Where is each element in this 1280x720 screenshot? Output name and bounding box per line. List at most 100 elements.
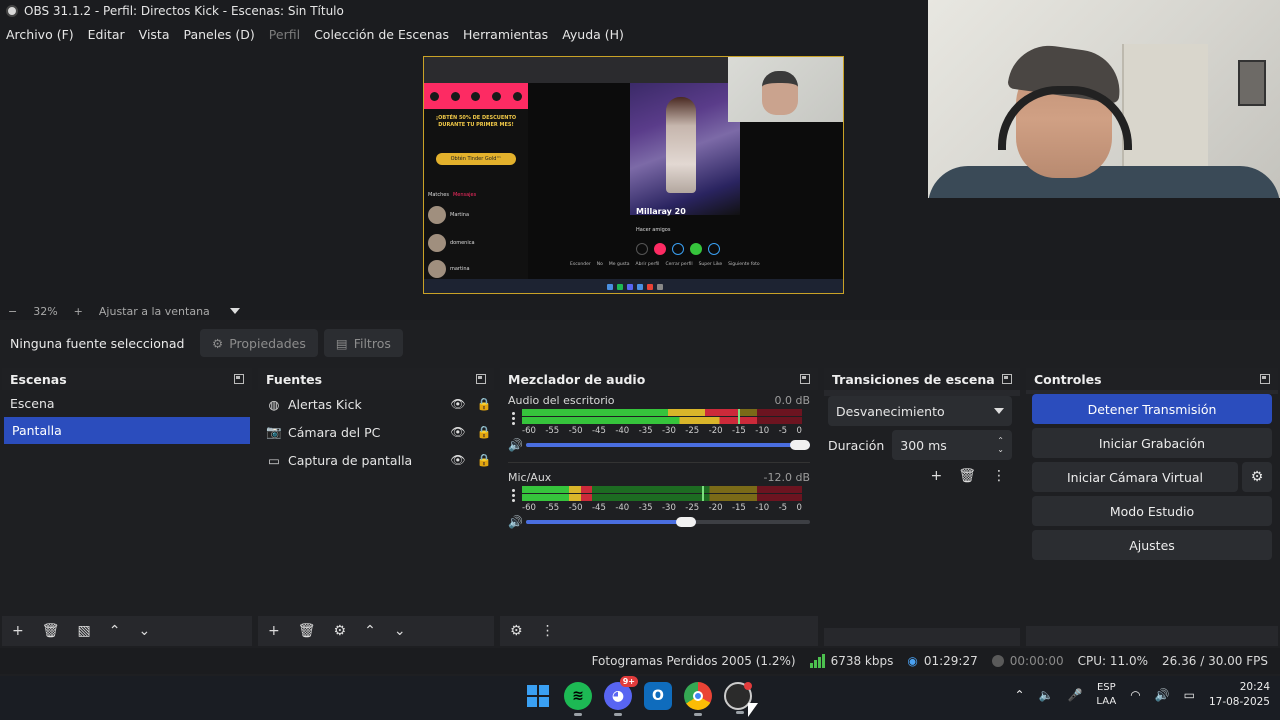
gear-icon[interactable]: ⚙ — [1242, 462, 1272, 492]
scene-item-escena[interactable]: Escena — [2, 390, 252, 417]
source-properties-icon[interactable]: ⚙ — [334, 623, 347, 639]
volume-meter — [522, 409, 802, 427]
microphone-icon[interactable]: 🎤 — [1067, 688, 1082, 702]
dropped-frames: Fotogramas Perdidos 2005 (1.2%) — [591, 654, 796, 668]
eye-icon[interactable]: 👁 — [448, 397, 468, 411]
preview-profile-sub: Hacer amigos — [636, 227, 671, 233]
menu-paneles[interactable]: Paneles (D) — [184, 27, 255, 42]
start-recording-button[interactable]: Iniciar Grabación — [1032, 428, 1272, 458]
menu-archivo[interactable]: Archivo (F) — [6, 27, 74, 42]
stop-stream-button[interactable]: Detener Transmisión — [1032, 394, 1272, 424]
scene-item-pantalla[interactable]: Pantalla — [4, 417, 250, 444]
record-icon — [991, 655, 1004, 667]
volume-icon[interactable]: 🔊 — [1155, 688, 1170, 702]
chevron-up-icon[interactable]: ⌃ — [997, 436, 1004, 445]
sources-dock-header: Fuentes — [258, 368, 494, 390]
channel-menu-icon[interactable] — [508, 488, 518, 502]
advanced-audio-icon[interactable]: ⚙ — [510, 623, 523, 639]
discord-icon[interactable]: ◕ 9+ — [604, 676, 638, 716]
preview-canvas[interactable]: ¡OBTÉN 50% DE DESCUENTO DURANTE TU PRIME… — [423, 56, 844, 294]
meter-scale: -60 -55 -50 -45 -40 -35 -30 -25 -20 -15 -10 -5 0 — [522, 503, 802, 513]
menu-editar[interactable]: Editar — [88, 27, 125, 42]
camera-icon: 📷 — [266, 424, 282, 439]
zoom-out-button[interactable]: − — [8, 305, 17, 318]
channel-name: Audio del escritorio — [508, 394, 615, 407]
windows-taskbar: ≋ ◕ 9+ O ⌃ 🔈 🎤 ESP LAA ◠ 🔊 ▭ 20:24 17-08-… — [0, 676, 1280, 720]
wifi-icon[interactable]: ◠ — [1130, 688, 1140, 702]
preview-tinder-sidebar: ¡OBTÉN 50% DE DESCUENTO DURANTE TU PRIME… — [424, 83, 528, 279]
eye-icon[interactable]: 👁 — [448, 425, 468, 439]
lock-icon[interactable]: 🔒 — [474, 397, 494, 411]
volume-slider[interactable] — [526, 515, 810, 529]
source-item-captura-pantalla[interactable]: ▭ Captura de pantalla 👁 🔒 — [258, 446, 494, 474]
chevron-down-icon[interactable] — [229, 308, 240, 314]
chrome-icon[interactable] — [684, 682, 712, 716]
volume-slider[interactable] — [526, 438, 810, 452]
menu-vista[interactable]: Vista — [139, 27, 170, 42]
battery-icon[interactable]: ▭ — [1184, 688, 1195, 702]
lock-icon[interactable]: 🔒 — [474, 425, 494, 439]
remove-source-icon[interactable]: 🗑 — [298, 623, 316, 639]
duration-stepper[interactable]: 300 ms ⌃ ⌄ — [892, 430, 1012, 460]
add-scene-icon[interactable]: + — [12, 623, 24, 639]
chevron-up-icon[interactable]: ⌃ — [1014, 688, 1024, 702]
undock-icon[interactable] — [234, 374, 244, 384]
add-source-icon[interactable]: + — [268, 623, 280, 639]
clock[interactable]: 20:24 17-08-2025 — [1209, 680, 1270, 710]
source-item-alertas-kick[interactable]: ◍ Alertas Kick 👁 🔒 — [258, 390, 494, 418]
move-down-icon[interactable]: ⌄ — [394, 623, 406, 639]
outlook-icon[interactable]: O — [644, 682, 672, 710]
filters-button[interactable]: ▤ Filtros — [323, 329, 403, 357]
menu-herramientas[interactable]: Herramientas — [463, 27, 548, 42]
browser-icon: ◍ — [268, 396, 280, 412]
undock-icon[interactable] — [1002, 374, 1012, 384]
transition-select[interactable]: Desvanecimiento — [828, 396, 1012, 426]
zoom-fit-label[interactable]: Ajustar a la ventana — [99, 305, 210, 318]
remove-scene-icon[interactable]: 🗑 — [42, 623, 60, 639]
move-up-icon[interactable]: ⌃ — [364, 623, 376, 639]
move-up-icon[interactable]: ⌃ — [109, 623, 121, 639]
windows-start-icon[interactable] — [524, 682, 552, 710]
remove-transition-icon[interactable]: 🗑 — [958, 468, 976, 484]
undock-icon[interactable] — [1260, 374, 1270, 384]
scenes-dock: Escenas Escena Pantalla + 🗑 ▧ ⌃ ⌄ — [2, 368, 252, 646]
menu-ayuda[interactable]: Ayuda (H) — [562, 27, 624, 42]
scenes-list: Escena Pantalla — [2, 390, 252, 622]
speaker-icon[interactable]: 🔊 — [508, 438, 523, 452]
preview-browser-bar — [424, 57, 728, 83]
zoom-bar: − 32% + Ajustar a la ventana — [0, 302, 1280, 320]
meter-fill-bottom — [522, 417, 758, 424]
properties-button[interactable]: ⚙ Propiedades — [200, 329, 318, 357]
speaker-icon[interactable]: 🔊 — [508, 515, 523, 529]
source-context-bar: Ninguna fuente seleccionad ⚙ Propiedades… — [0, 324, 1280, 362]
lock-icon[interactable]: 🔒 — [474, 453, 494, 467]
mixer-menu-icon[interactable]: ⋮ — [541, 623, 555, 639]
add-transition-icon[interactable]: + — [930, 468, 942, 484]
system-tray: ⌃ 🔈 🎤 ESP LAA ◠ 🔊 ▭ 20:24 17-08-2025 — [1014, 680, 1270, 710]
source-item-camara-pc[interactable]: 📷 Cámara del PC 👁 🔒 — [258, 418, 494, 446]
bitrate-status: 6738 kbps — [809, 654, 893, 668]
controls-body: Detener Transmisión Iniciar Grabación In… — [1026, 394, 1278, 626]
duration-label: Duración — [828, 437, 885, 453]
move-down-icon[interactable]: ⌄ — [138, 623, 150, 639]
studio-mode-button[interactable]: Modo Estudio — [1032, 496, 1272, 526]
transition-menu-icon[interactable]: ⋮ — [992, 468, 1006, 484]
settings-button[interactable]: Ajustes — [1032, 530, 1272, 560]
discord-badge: 9+ — [619, 676, 638, 687]
obs-logo-icon — [6, 5, 18, 17]
language-indicator[interactable]: ESP LAA — [1096, 681, 1116, 709]
scene-filters-icon[interactable]: ▧ — [78, 623, 91, 639]
preview-action-buttons — [636, 243, 720, 255]
speaker-icon[interactable]: 🔈 — [1039, 688, 1054, 702]
menu-coleccion-escenas[interactable]: Colección de Escenas — [314, 27, 449, 42]
undock-icon[interactable] — [800, 374, 810, 384]
spotify-icon[interactable]: ≋ — [564, 682, 592, 716]
eye-icon[interactable]: 👁 — [448, 453, 468, 467]
broadcast-icon: ◉ — [907, 654, 918, 668]
chevron-down-icon[interactable]: ⌄ — [997, 445, 1004, 454]
start-virtual-camera-button[interactable]: Iniciar Cámara Virtual — [1032, 462, 1238, 492]
channel-menu-icon[interactable] — [508, 411, 518, 425]
undock-icon[interactable] — [476, 374, 486, 384]
zoom-in-button[interactable]: + — [74, 305, 83, 318]
audio-mixer-dock: Mezclador de audio Audio del escritorio … — [500, 368, 818, 646]
